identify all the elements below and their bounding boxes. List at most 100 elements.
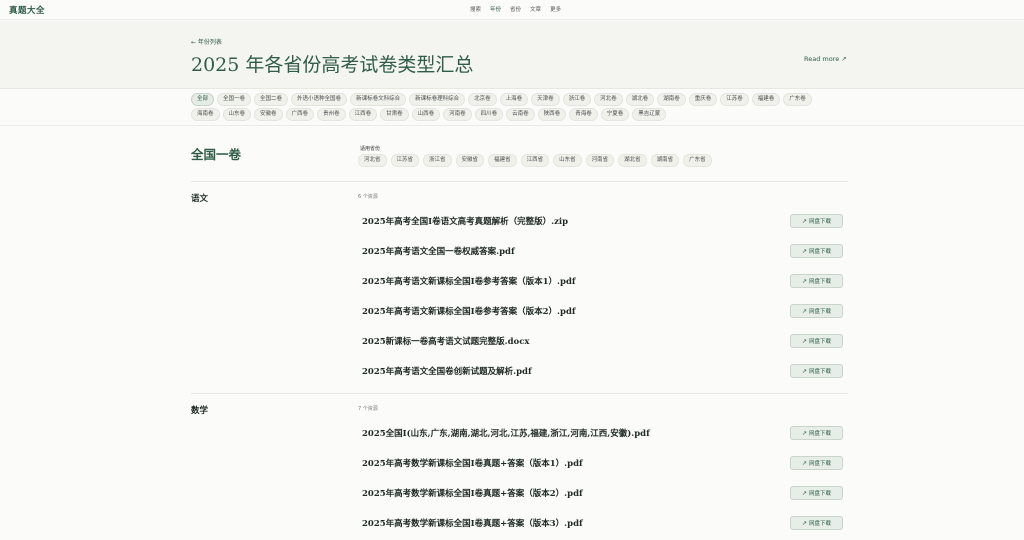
brand-logo[interactable]: 真题大全 [9, 4, 45, 16]
file-link[interactable]: 2025年高考语文全国一卷权威答案.pdf [362, 245, 515, 257]
province-tag[interactable]: 河南省 [585, 154, 615, 167]
download-button[interactable]: ↗ 网盘下载 [790, 486, 843, 500]
divider [191, 181, 848, 182]
divider [191, 393, 848, 394]
file-link[interactable]: 2025全国Ⅰ(山东,广东,湖南,湖北,河北,江苏,福建,浙江,河南,江西,安徽… [362, 427, 650, 439]
file-link[interactable]: 2025年高考语文新课标全国Ⅰ卷参考答案（版本2）.pdf [362, 305, 576, 317]
external-link-icon: ↗ [801, 429, 807, 437]
filter-chip[interactable]: 浙江卷 [562, 93, 592, 106]
download-label: 网盘下载 [809, 369, 832, 375]
download-button[interactable]: ↗ 网盘下载 [790, 426, 843, 440]
province-tag[interactable]: 福建省 [488, 154, 517, 167]
download-label: 网盘下载 [809, 461, 832, 467]
filter-chip[interactable]: 北京卷 [468, 93, 497, 106]
back-link[interactable]: ← 年份列表 [191, 37, 222, 46]
filter-chip[interactable]: 全国二卷 [254, 93, 289, 106]
subject-title: 语文 [191, 194, 209, 204]
filter-chip[interactable]: 湖南卷 [657, 93, 686, 106]
file-link[interactable]: 2025年高考语文新课标全国Ⅰ卷参考答案（版本1）.pdf [362, 275, 576, 287]
nav-item-more[interactable]: 更多 [550, 5, 561, 13]
file-link[interactable]: 2025年高考数学新课标全国Ⅰ卷真题+答案（版本2）.pdf [362, 487, 583, 499]
filter-chip[interactable]: 广东卷 [783, 93, 812, 106]
download-label: 网盘下载 [809, 491, 832, 497]
filter-chip[interactable]: 四川卷 [474, 108, 504, 121]
filter-chip[interactable]: 广西卷 [285, 108, 315, 121]
external-link-icon: ↗ [801, 367, 807, 375]
download-label: 网盘下载 [809, 279, 832, 285]
nav-item-articles[interactable]: 文章 [530, 5, 541, 13]
filter-chip[interactable]: 福建卷 [751, 93, 781, 106]
filter-chip[interactable]: 河北卷 [594, 93, 623, 106]
filter-chip[interactable]: 安徽卷 [254, 108, 283, 121]
province-tag[interactable]: 安徽省 [455, 154, 485, 167]
filter-chip[interactable]: 云南卷 [506, 108, 535, 121]
subject-title: 数学 [191, 406, 209, 416]
province-tag[interactable]: 江苏省 [390, 154, 420, 167]
read-more-link[interactable]: Read more ↗ [804, 55, 847, 63]
applies-provinces-label: 适用省份 [360, 146, 381, 152]
filter-chip[interactable]: 宁夏卷 [600, 108, 630, 121]
page-header: ← 年份列表 2025 年各省份高考试卷类型汇总 Read more ↗ [0, 21, 1024, 89]
province-tag[interactable]: 江西省 [520, 154, 550, 167]
file-link[interactable]: 2025年高考语文全国卷创新试题及解析.pdf [362, 365, 532, 377]
file-link[interactable]: 2025年高考数学新课标全国Ⅰ卷真题+答案（版本3）.pdf [362, 517, 583, 529]
external-link-icon: ↗ [801, 247, 807, 255]
top-nav: 搜索 年份 省份 文章 更多 [470, 5, 561, 13]
province-tag[interactable]: 山东省 [553, 154, 582, 167]
filter-chip[interactable]: 湖北卷 [625, 93, 655, 106]
download-button[interactable]: ↗ 网盘下载 [790, 274, 843, 288]
filter-chip[interactable]: 贵州卷 [317, 108, 346, 121]
filter-chip[interactable]: 河南卷 [443, 108, 472, 121]
download-button[interactable]: ↗ 网盘下载 [790, 304, 843, 318]
paper-type-filter: 全部 全国一卷 全国二卷 外语小语种全国卷 新课标卷文科综合 新课标卷理科综合 北京卷 上海卷… [191, 92, 851, 122]
download-button[interactable]: ↗ 网盘下载 [790, 214, 843, 228]
resource-count: 6 个资源 [358, 194, 378, 200]
divider [0, 125, 1024, 126]
province-tag[interactable]: 湖南省 [650, 154, 680, 167]
filter-chip[interactable]: 山西卷 [411, 108, 441, 121]
nav-item-province[interactable]: 省份 [510, 5, 521, 13]
filter-chip[interactable]: 全国一卷 [217, 93, 252, 106]
province-tag[interactable]: 河北省 [358, 154, 387, 167]
external-link-icon: ↗ [801, 489, 807, 497]
province-tag[interactable]: 浙江省 [423, 154, 452, 167]
filter-chip[interactable]: 黑吉辽蒙 [632, 108, 667, 121]
filter-chip[interactable]: 上海卷 [499, 93, 529, 106]
download-button[interactable]: ↗ 网盘下载 [790, 456, 843, 470]
filter-chip[interactable]: 新课标卷文科综合 [350, 93, 407, 106]
filter-chip[interactable]: 重庆卷 [688, 93, 718, 106]
filter-chip[interactable]: 山东卷 [222, 108, 252, 121]
filter-chip[interactable]: 新课标卷理科综合 [409, 93, 466, 106]
nav-item-search[interactable]: 搜索 [470, 5, 481, 13]
external-link-icon: ↗ [801, 459, 807, 467]
nav-item-year[interactable]: 年份 [490, 5, 501, 13]
filter-chip[interactable]: 天津卷 [531, 93, 560, 106]
filter-chip[interactable]: 青海卷 [569, 108, 598, 121]
download-label: 网盘下载 [809, 339, 832, 345]
filter-chip[interactable]: 海南卷 [191, 108, 220, 121]
external-link-icon: ↗ [801, 277, 807, 285]
filter-chip[interactable]: 陕西卷 [537, 108, 567, 121]
province-tag[interactable]: 广东省 [683, 154, 712, 167]
download-label: 网盘下载 [809, 521, 832, 527]
filter-chip[interactable]: 江西卷 [348, 108, 378, 121]
filter-row-2: 海南卷 山东卷 安徽卷 广西卷 贵州卷 江西卷 甘肃卷 山西卷 河南卷 四川卷 云南卷 陕西卷 青海卷宁… [191, 107, 851, 122]
filter-chip[interactable]: 甘肃卷 [380, 108, 409, 121]
file-link[interactable]: 2025年高考全国Ⅰ卷语文高考真题解析（完整版）.zip [362, 215, 568, 227]
filter-chip[interactable]: 江苏卷 [720, 93, 749, 106]
province-tag[interactable]: 湖北省 [618, 154, 647, 167]
download-label: 网盘下载 [809, 431, 832, 437]
file-link[interactable]: 2025新课标一卷高考语文试题完整版.docx [362, 335, 529, 347]
download-button[interactable]: ↗ 网盘下载 [790, 516, 843, 530]
filter-chip[interactable]: 外语小语种全国卷 [291, 93, 348, 106]
download-button[interactable]: ↗ 网盘下载 [790, 244, 843, 258]
download-button[interactable]: ↗ 网盘下载 [790, 364, 843, 378]
top-bar: 真题大全 搜索 年份 省份 文章 更多 [0, 0, 1024, 20]
filter-chip[interactable]: 全部 [191, 93, 215, 106]
page-title: 2025 年各省份高考试卷类型汇总 [191, 54, 474, 76]
download-button[interactable]: ↗ 网盘下载 [790, 334, 843, 348]
section-title: 全国一卷 [191, 147, 242, 162]
file-link[interactable]: 2025年高考数学新课标全国Ⅰ卷真题+答案（版本1）.pdf [362, 457, 583, 469]
external-link-icon: ↗ [801, 337, 807, 345]
external-link-icon: ↗ [801, 217, 807, 225]
